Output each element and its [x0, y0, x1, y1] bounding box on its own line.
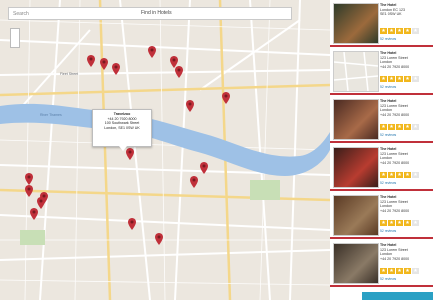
hotel-address-line: +44 20 7920 8000	[380, 208, 410, 213]
hotel-address-line: +44 20 7920 8000	[380, 112, 410, 117]
hotel-address-line: +44 20 7920 8000	[380, 64, 410, 69]
star-icon: ★	[380, 220, 387, 226]
search-input[interactable]: Search	[13, 11, 29, 17]
hotel-card[interactable]: The Hotel 123 Lorem Street London +44 20 79…	[330, 240, 433, 287]
reviews-link[interactable]: 52 reviews	[380, 181, 396, 185]
results-list[interactable]: The Hotel London EC 123 SE1 0SW UK ★ ★ ★ ★ ★ 52 …	[330, 0, 433, 300]
star-icon: ★	[396, 124, 403, 130]
location-popup: Travelzoo +44 20 7920 8000 100 Southwark…	[92, 109, 152, 151]
zoom-control[interactable]	[10, 28, 20, 48]
reviews-link[interactable]: 52 reviews	[380, 85, 396, 89]
star-icon: ★	[380, 172, 387, 178]
star-icon: ★	[388, 28, 395, 34]
star-icon: ★	[380, 28, 387, 34]
map-pin-icon[interactable]	[186, 100, 194, 112]
star-icon: ★	[404, 268, 411, 274]
rating-stars: ★ ★ ★ ★ ★	[380, 28, 419, 34]
star-icon: ★	[396, 220, 403, 226]
hotel-address-line: +44 20 7920 8000	[380, 256, 410, 261]
star-icon: ★	[404, 76, 411, 82]
hotel-photo[interactable]	[333, 3, 379, 44]
map-pin-icon[interactable]	[37, 197, 45, 209]
search-button[interactable]: Find in Hotels	[141, 10, 172, 16]
star-icon: ★	[388, 220, 395, 226]
rating-stars: ★ ★ ★ ★ ★	[380, 124, 419, 130]
map-base	[0, 0, 330, 300]
hotel-address-line: SE1 0SW UK	[380, 12, 402, 16]
star-icon: ★	[396, 268, 403, 274]
star-icon: ★	[412, 76, 419, 82]
street-label: Fleet Street	[60, 72, 79, 76]
star-icon: ★	[412, 220, 419, 226]
reviews-link[interactable]: 52 reviews	[380, 229, 396, 233]
reviews-link[interactable]: 52 reviews	[380, 133, 396, 137]
map-pin-icon[interactable]	[87, 55, 95, 67]
map-pin-icon[interactable]	[112, 63, 120, 75]
star-icon: ★	[412, 268, 419, 274]
hotel-photo[interactable]	[333, 243, 379, 284]
reviews-link[interactable]: 52 reviews	[380, 37, 396, 41]
hotel-card[interactable]: The Hotel 123 Lorem Street London +44 20 79…	[330, 48, 433, 95]
star-icon: ★	[380, 76, 387, 82]
hotel-card[interactable]: The Hotel London EC 123 SE1 0SW UK ★ ★ ★ ★ ★ 52 …	[330, 0, 433, 47]
map-pin-icon[interactable]	[126, 148, 134, 160]
star-icon: ★	[396, 76, 403, 82]
star-icon: ★	[404, 172, 411, 178]
star-icon: ★	[396, 28, 403, 34]
hotel-photo[interactable]	[333, 195, 379, 236]
star-icon: ★	[412, 124, 419, 130]
map-pin-icon[interactable]	[25, 173, 33, 185]
star-icon: ★	[388, 268, 395, 274]
hotel-address-line: +44 20 7920 8000	[380, 160, 410, 165]
map-pin-icon[interactable]	[30, 208, 38, 220]
map-pin-icon[interactable]	[175, 66, 183, 78]
star-icon: ★	[380, 124, 387, 130]
hotel-photo[interactable]	[333, 99, 379, 140]
star-icon: ★	[380, 268, 387, 274]
star-icon: ★	[388, 76, 395, 82]
star-icon: ★	[404, 124, 411, 130]
star-icon: ★	[404, 28, 411, 34]
river-label: River Thames	[40, 113, 62, 117]
star-icon: ★	[388, 172, 395, 178]
rating-stars: ★ ★ ★ ★ ★	[380, 220, 419, 226]
popup-line: London, SE1 0SW UK	[104, 125, 140, 130]
star-icon: ★	[412, 28, 419, 34]
map-pin-icon[interactable]	[155, 233, 163, 245]
reviews-link[interactable]: 52 reviews	[380, 277, 396, 281]
bottom-strip	[362, 292, 433, 300]
hotel-card[interactable]: The Hotel 123 Lorem Street London +44 20 79…	[330, 96, 433, 143]
map-pin-icon[interactable]	[200, 162, 208, 174]
star-icon: ★	[388, 124, 395, 130]
hotel-card[interactable]: The Hotel 123 Lorem Street London +44 20 79…	[330, 192, 433, 239]
hotel-card[interactable]: The Hotel 123 Lorem Street London +44 20 79…	[330, 144, 433, 191]
mini-map[interactable]	[333, 51, 379, 92]
map-pin-icon[interactable]	[148, 46, 156, 58]
map-pin-icon[interactable]	[128, 218, 136, 230]
rating-stars: ★ ★ ★ ★ ★	[380, 172, 419, 178]
popup-pointer	[119, 146, 127, 151]
map-pin-icon[interactable]	[190, 176, 198, 188]
rating-stars: ★ ★ ★ ★ ★	[380, 76, 419, 82]
map-pin-icon[interactable]	[100, 58, 108, 70]
map-pin-icon[interactable]	[222, 92, 230, 104]
hotel-photo[interactable]	[333, 147, 379, 188]
rating-stars: ★ ★ ★ ★ ★	[380, 268, 419, 274]
star-icon: ★	[412, 172, 419, 178]
star-icon: ★	[396, 172, 403, 178]
map-view[interactable]: River Thames Fleet Street Search Find in…	[0, 0, 331, 300]
map-pin-icon[interactable]	[25, 185, 33, 197]
search-bar[interactable]: Search Find in Hotels	[8, 7, 292, 20]
star-icon: ★	[404, 220, 411, 226]
